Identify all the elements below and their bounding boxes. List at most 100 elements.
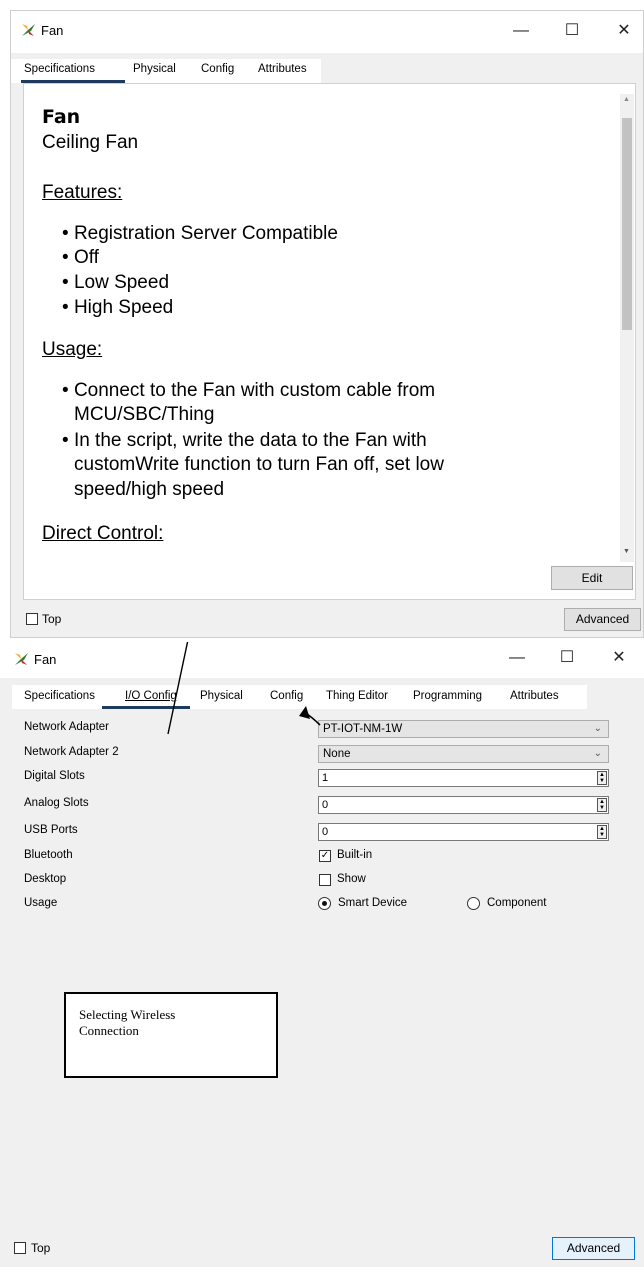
minimize-button[interactable]: — [500,646,534,670]
feature-text: Registration Server Compatible [73,223,338,244]
network-adapter-2-label: Network Adapter 2 [24,746,119,758]
fan-app-icon [22,24,35,36]
feature-text: Low Speed [73,272,170,293]
network-adapter-select[interactable]: PT-IOT-NM-1W ⌄ [318,720,609,738]
radio-selected-dot [322,901,327,906]
specifications-panel: Fan Ceiling Fan Features: • Registration… [23,83,636,600]
fan-app-icon [15,653,28,665]
tab-specifications[interactable]: Specifications [24,63,95,75]
close-button[interactable]: ✕ [607,19,641,43]
minimize-button[interactable]: — [504,19,538,43]
scroll-down-icon[interactable]: ▼ [623,548,630,555]
usage-label: Usage [24,897,58,909]
feature-item: • Off [62,247,99,269]
analog-slots-spinbox[interactable]: 0 ▲ ▼ [318,796,609,814]
window-title: Fan [34,652,57,667]
tab-strip: Specifications Physical Config Attribute… [11,59,644,83]
bullet: • [62,430,74,451]
io-config-window: Fan — ☐ ✕ Specifications I/O Config Phys… [0,642,644,1267]
bullet: • [62,380,74,401]
usage-item: • In the script, write the data to the F… [62,430,427,452]
smart-device-radio[interactable] [318,897,331,910]
top-checkbox[interactable] [26,613,38,625]
chevron-down-icon: ⌄ [593,723,602,734]
advanced-button[interactable]: Advanced [552,1237,635,1260]
annotation-line: Selecting Wireless [79,1007,176,1022]
usage-text-continued: MCU/SBC/Thing [74,404,215,425]
tab-config[interactable]: Config [201,63,234,75]
annotation-line: Connection [79,1023,139,1038]
bluetooth-checkbox[interactable]: ✓ [319,850,331,862]
feature-text: High Speed [73,297,174,318]
component-radio[interactable] [467,897,480,910]
spec-content: Fan Ceiling Fan Features: • Registration… [24,84,624,563]
spinner-arrows-icon[interactable]: ▲ ▼ [597,825,607,839]
tab-attributes[interactable]: Attributes [510,690,559,702]
feature-text: Off [73,247,99,268]
direct-control-heading: Direct Control: [42,523,164,544]
digital-slots-spinbox[interactable]: 1 ▲ ▼ [318,769,609,787]
top-label: Top [42,612,62,626]
usb-ports-label: USB Ports [24,824,78,836]
bullet: • [62,223,74,244]
bullet: • [62,247,74,268]
tab-io-config[interactable]: I/O Config [125,690,177,702]
tab-attributes[interactable]: Attributes [258,63,307,75]
annotation-text: Selecting Wireless Connection [79,1007,175,1039]
desktop-label: Desktop [24,873,67,885]
desktop-checkbox[interactable] [319,874,331,886]
usage-item: • Connect to the Fan with custom cable f… [62,380,435,402]
annotation-callout: Selecting Wireless Connection [64,992,278,1078]
title-bar: Fan — ☐ ✕ [0,642,644,678]
specifications-window: Fan — ☐ ✕ Specifications Physical Config… [10,10,644,638]
close-button[interactable]: ✕ [602,646,636,670]
desktop-option-label: Show [337,873,366,885]
feature-item: • Low Speed [62,272,169,294]
features-heading: Features: [42,182,123,203]
network-adapter-value: PT-IOT-NM-1W [323,723,403,735]
tab-config[interactable]: Config [270,690,303,702]
smart-device-label: Smart Device [338,897,408,909]
network-adapter-label: Network Adapter [24,721,110,733]
usb-ports-spinbox[interactable]: 0 ▲ ▼ [318,823,609,841]
maximize-button[interactable]: ☐ [550,646,584,670]
network-adapter-2-value: None [323,748,351,760]
spinner-arrows-icon[interactable]: ▲ ▼ [597,798,607,812]
bluetooth-option-label: Built-in [337,849,373,861]
bullet: • [62,272,74,293]
device-name: Fan [42,106,81,128]
usage-text-continued: customWrite function to turn Fan off, se… [74,454,444,475]
usb-ports-value: 0 [322,826,329,838]
usage-text: In the script, write the data to the Fan… [73,430,427,451]
tab-specifications[interactable]: Specifications [24,690,95,702]
spinner-arrows-icon[interactable]: ▲ ▼ [597,771,607,785]
tab-physical[interactable]: Physical [200,690,243,702]
maximize-button[interactable]: ☐ [555,19,589,43]
window-title: Fan [41,23,64,38]
component-label: Component [487,897,547,909]
top-label: Top [31,1241,51,1255]
advanced-button[interactable]: Advanced [564,608,641,631]
digital-slots-value: 1 [322,772,329,784]
tab-programming[interactable]: Programming [413,690,482,702]
tab-physical[interactable]: Physical [133,63,176,75]
scrollbar-thumb[interactable] [622,118,632,330]
analog-slots-label: Analog Slots [24,797,89,809]
bullet: • [62,297,74,318]
scroll-up-icon[interactable]: ▲ [623,96,630,103]
usage-heading: Usage: [42,339,103,360]
edit-button[interactable]: Edit [551,566,633,590]
chevron-down-icon: ⌄ [593,748,602,759]
usage-text: Connect to the Fan with custom cable fro… [73,380,436,401]
title-bar: Fan — ☐ ✕ [11,11,643,53]
usage-text-continued: speed/high speed [74,479,225,500]
analog-slots-value: 0 [322,799,329,811]
feature-item: • Registration Server Compatible [62,223,338,245]
top-checkbox[interactable] [14,1242,26,1254]
digital-slots-label: Digital Slots [24,770,85,782]
network-adapter-2-select[interactable]: None ⌄ [318,745,609,763]
vertical-scrollbar[interactable]: ▲ ▼ [620,94,634,562]
io-config-panel [12,709,634,1229]
tab-thing-editor[interactable]: Thing Editor [326,690,388,702]
feature-item: • High Speed [62,297,173,319]
